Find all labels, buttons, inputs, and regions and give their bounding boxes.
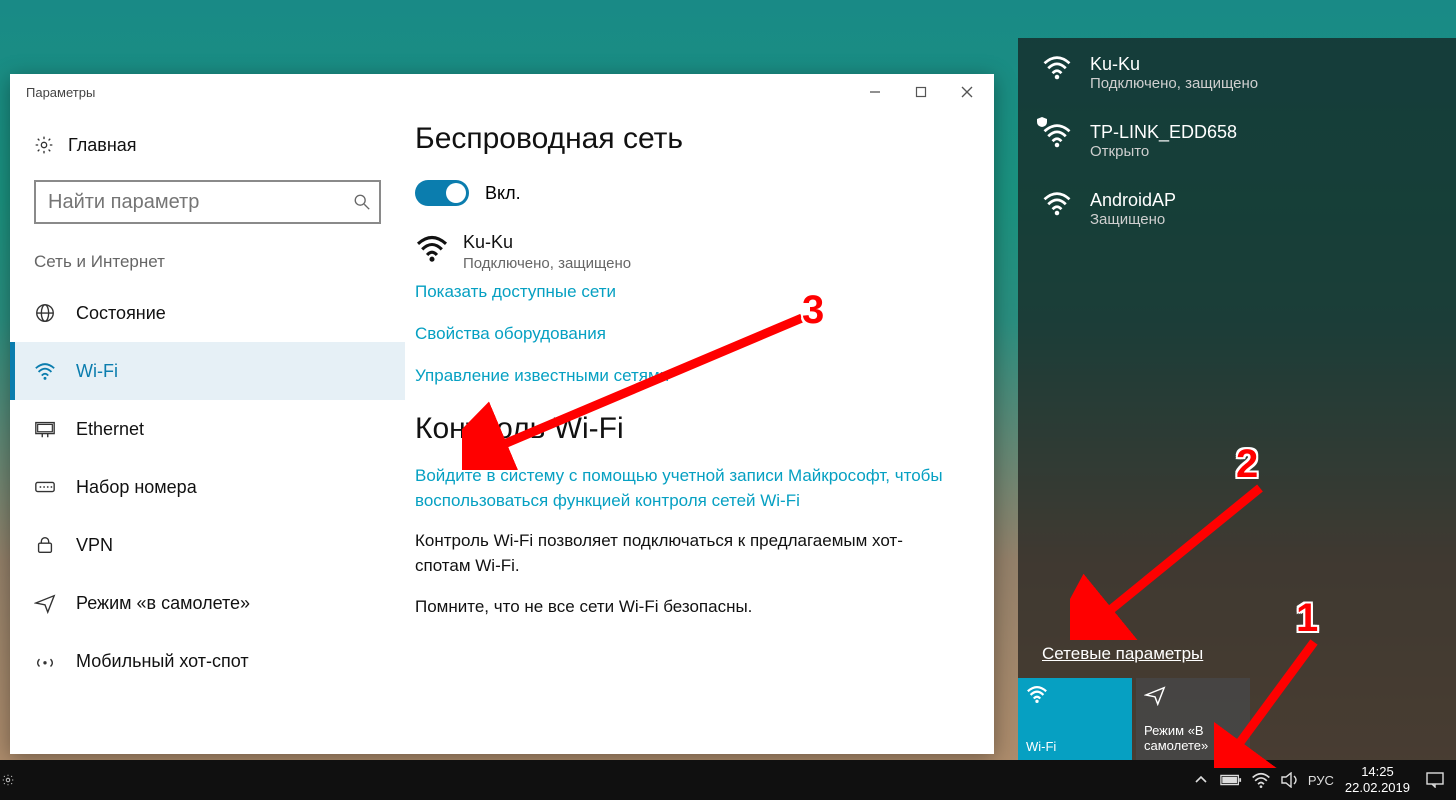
- minimize-icon: [869, 86, 881, 98]
- window-title: Параметры: [26, 85, 95, 100]
- dialup-icon: [34, 476, 56, 498]
- wifi-icon: [1042, 54, 1072, 80]
- nav-item-ethernet[interactable]: Ethernet: [10, 400, 405, 458]
- nav-list: Состояние Wi-Fi Ethernet: [10, 284, 405, 690]
- nav-item-dialup[interactable]: Набор номера: [10, 458, 405, 516]
- close-button[interactable]: [944, 76, 990, 108]
- gear-icon: [0, 760, 16, 800]
- flyout-network-item[interactable]: AndroidAP Защищено: [1018, 174, 1456, 242]
- nav-item-vpn[interactable]: VPN: [10, 516, 405, 574]
- nav-item-airplane[interactable]: Режим «в самолете»: [10, 574, 405, 632]
- chevron-up-icon: [1195, 776, 1207, 784]
- nav-label: Ethernet: [76, 419, 144, 440]
- annotation-number-2: 2: [1236, 442, 1258, 487]
- maximize-button[interactable]: [898, 76, 944, 108]
- titlebar: Параметры: [10, 74, 994, 110]
- control-text-1: Контроль Wi-Fi позволяет подключаться к …: [415, 529, 935, 578]
- nav-label: Wi-Fi: [76, 361, 118, 382]
- tray-clock[interactable]: 14:25 22.02.2019: [1337, 764, 1418, 795]
- clock-time: 14:25: [1345, 764, 1410, 780]
- nav-label: Режим «в самолете»: [76, 593, 250, 614]
- ethernet-icon: [34, 418, 56, 440]
- nav-item-hotspot[interactable]: Мобильный хот-спот: [10, 632, 405, 690]
- current-network: Ku-Ku Подключено, защищено: [415, 232, 954, 272]
- wifi-toggle-label: Вкл.: [485, 183, 521, 204]
- airplane-icon: [1144, 684, 1166, 706]
- window-controls: [852, 76, 990, 108]
- flyout-network-item[interactable]: TP-LINK_EDD658 Открыто: [1018, 106, 1456, 174]
- section-label: Сеть и Интернет: [10, 224, 405, 278]
- network-status: Подключено, защищено: [1090, 75, 1258, 92]
- network-status: Подключено, защищено: [463, 255, 631, 272]
- annotation-arrow-2: [1070, 470, 1290, 640]
- link-show-networks[interactable]: Показать доступные сети: [415, 282, 954, 302]
- flyout-network-item[interactable]: Ku-Ku Подключено, защищено: [1018, 38, 1456, 106]
- notification-icon: [1426, 772, 1444, 788]
- control-text-2: Помните, что не все сети Wi-Fi безопасны…: [415, 595, 935, 620]
- network-name: Ku-Ku: [463, 232, 631, 253]
- wifi-icon: [1251, 771, 1271, 789]
- network-name: TP-LINK_EDD658: [1090, 122, 1237, 143]
- airplane-icon: [34, 592, 56, 614]
- annotation-number-3: 3: [802, 288, 824, 333]
- globe-icon: [34, 302, 56, 324]
- gear-icon: [34, 135, 54, 155]
- clock-date: 22.02.2019: [1345, 780, 1410, 796]
- vpn-icon: [34, 534, 56, 556]
- volume-icon: [1281, 772, 1301, 788]
- tile-label: Wi-Fi: [1026, 739, 1124, 754]
- search-icon: [353, 193, 371, 211]
- close-icon: [961, 86, 973, 98]
- nav-label: Мобильный хот-спот: [76, 651, 249, 672]
- wifi-icon: [415, 232, 449, 260]
- tray-notifications[interactable]: [1420, 760, 1450, 800]
- link-signin-msft[interactable]: Войдите в систему с помощью учетной запи…: [415, 464, 954, 513]
- annotation-number-1: 1: [1296, 596, 1318, 641]
- page-heading: Беспроводная сеть: [415, 122, 954, 156]
- wifi-open-icon: [1042, 122, 1072, 148]
- home-label: Главная: [68, 135, 137, 156]
- minimize-button[interactable]: [852, 76, 898, 108]
- nav-label: Состояние: [76, 303, 166, 324]
- search-input[interactable]: [48, 191, 353, 214]
- hotspot-icon: [34, 650, 56, 672]
- network-settings-link[interactable]: Сетевые параметры: [1042, 644, 1203, 663]
- network-name: AndroidAP: [1090, 190, 1176, 211]
- sidebar: Главная Сеть и Интернет Состояние: [10, 110, 405, 754]
- nav-item-wifi[interactable]: Wi-Fi: [10, 342, 405, 400]
- nav-item-status[interactable]: Состояние: [10, 284, 405, 342]
- maximize-icon: [915, 86, 927, 98]
- network-status: Защищено: [1090, 211, 1176, 228]
- network-name: Ku-Ku: [1090, 54, 1258, 75]
- wifi-toggle[interactable]: [415, 180, 469, 206]
- search-box[interactable]: [34, 180, 381, 224]
- battery-icon: [1220, 774, 1242, 786]
- wifi-icon: [34, 360, 56, 382]
- annotation-arrow-3: [462, 300, 832, 470]
- wifi-icon: [1042, 190, 1072, 216]
- shield-icon: [1036, 116, 1048, 128]
- annotation-arrow-1: [1214, 628, 1344, 768]
- tile-wifi[interactable]: Wi-Fi: [1018, 678, 1132, 760]
- nav-label: VPN: [76, 535, 113, 556]
- wifi-toggle-row: Вкл.: [415, 180, 954, 206]
- home-nav[interactable]: Главная: [10, 124, 405, 166]
- tray-overflow[interactable]: [1187, 760, 1215, 800]
- network-status: Открыто: [1090, 143, 1237, 160]
- wifi-icon: [1026, 684, 1048, 706]
- nav-label: Набор номера: [76, 477, 197, 498]
